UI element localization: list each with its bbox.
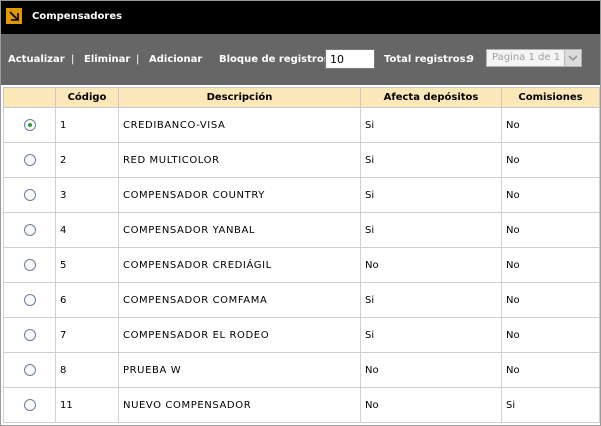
row-radio-button[interactable] xyxy=(23,364,36,376)
title-bar: Compensadores xyxy=(1,1,600,34)
toolbar-separator: | xyxy=(136,54,140,65)
codigo-cell: 11 xyxy=(55,387,119,423)
row-radio-button[interactable] xyxy=(23,154,36,166)
comisiones-cell: Si xyxy=(501,387,600,423)
toolbar: Actualizar | Eliminar | Adicionar Bloque… xyxy=(1,34,600,85)
comisiones-cell: No xyxy=(501,142,600,178)
compensadores-table: Código Descripción Afecta depósitos Comi… xyxy=(3,87,600,423)
row-select-cell[interactable] xyxy=(3,317,56,353)
total-records-value: 9 xyxy=(467,54,474,65)
afecta-cell: Si xyxy=(360,177,502,213)
descripcion-cell: CREDIBANCO-VISA xyxy=(118,107,361,143)
comisiones-cell: No xyxy=(501,212,600,248)
descripcion-cell: RED MULTICOLOR xyxy=(118,142,361,178)
row-select-cell[interactable] xyxy=(3,177,56,213)
row-radio-button[interactable] xyxy=(23,259,36,271)
adicionar-link[interactable]: Adicionar xyxy=(149,54,202,65)
row-radio-button[interactable] xyxy=(23,329,36,341)
table-row[interactable]: 7 COMPENSADOR EL RODEO Si No xyxy=(3,317,600,353)
row-radio-button[interactable] xyxy=(23,189,36,201)
table-row[interactable]: 1 CREDIBANCO-VISA Si No xyxy=(3,107,600,143)
column-header-afecta: Afecta depósitos xyxy=(360,87,502,108)
comisiones-cell: No xyxy=(501,352,600,388)
row-select-cell[interactable] xyxy=(3,387,56,423)
codigo-cell: 6 xyxy=(55,282,119,318)
afecta-cell: No xyxy=(360,247,502,283)
table-row[interactable]: 2 RED MULTICOLOR Si No xyxy=(3,142,600,178)
row-select-cell[interactable] xyxy=(3,142,56,178)
codigo-cell: 2 xyxy=(55,142,119,178)
row-select-cell[interactable] xyxy=(3,352,56,388)
table-row[interactable]: 6 COMPENSADOR COMFAMA Si No xyxy=(3,282,600,318)
column-header-comisiones: Comisiones xyxy=(501,87,600,108)
descripcion-cell: COMPENSADOR COUNTRY xyxy=(118,177,361,213)
codigo-cell: 5 xyxy=(55,247,119,283)
descripcion-cell: COMPENSADOR CREDIÁGIL xyxy=(118,247,361,283)
afecta-cell: Si xyxy=(360,212,502,248)
codigo-cell: 7 xyxy=(55,317,119,353)
window-title: Compensadores xyxy=(32,11,123,22)
afecta-cell: Si xyxy=(360,282,502,318)
comisiones-cell: No xyxy=(501,282,600,318)
actualizar-link[interactable]: Actualizar xyxy=(8,54,65,65)
column-header-codigo: Código xyxy=(55,87,119,108)
page-select-value: Pagina 1 de 1 xyxy=(492,52,561,63)
block-size-input[interactable] xyxy=(325,49,375,69)
codigo-cell: 8 xyxy=(55,352,119,388)
codigo-cell: 1 xyxy=(55,107,119,143)
comisiones-cell: No xyxy=(501,177,600,213)
block-size-label: Bloque de registros: xyxy=(219,54,334,65)
column-header-select xyxy=(3,87,56,108)
comisiones-cell: No xyxy=(501,247,600,283)
chevron-down-icon[interactable] xyxy=(564,50,581,66)
comisiones-cell: No xyxy=(501,317,600,353)
row-radio-button[interactable] xyxy=(23,224,36,236)
row-radio-button[interactable] xyxy=(23,399,36,411)
descripcion-cell: NUEVO COMPENSADOR xyxy=(118,387,361,423)
table-row[interactable]: 3 COMPENSADOR COUNTRY Si No xyxy=(3,177,600,213)
row-select-cell[interactable] xyxy=(3,282,56,318)
afecta-cell: No xyxy=(360,352,502,388)
table-row[interactable]: 4 COMPENSADOR YANBAL Si No xyxy=(3,212,600,248)
total-records-label: Total registros: xyxy=(384,54,470,65)
row-select-cell[interactable] xyxy=(3,212,56,248)
table-header-row: Código Descripción Afecta depósitos Comi… xyxy=(3,87,600,108)
afecta-cell: No xyxy=(360,387,502,423)
codigo-cell: 4 xyxy=(55,212,119,248)
comisiones-cell: No xyxy=(501,107,600,143)
row-radio-button[interactable] xyxy=(23,294,36,306)
afecta-cell: Si xyxy=(360,107,502,143)
row-select-cell[interactable] xyxy=(3,107,56,143)
table-row[interactable]: 11 NUEVO COMPENSADOR No Si xyxy=(3,387,600,423)
page-select[interactable]: Pagina 1 de 1 xyxy=(486,49,582,67)
arrow-corner-icon xyxy=(6,8,22,24)
toolbar-separator: | xyxy=(71,54,75,65)
column-header-descripcion: Descripción xyxy=(118,87,361,108)
codigo-cell: 3 xyxy=(55,177,119,213)
row-select-cell[interactable] xyxy=(3,247,56,283)
row-radio-button[interactable] xyxy=(23,119,36,131)
descripcion-cell: COMPENSADOR COMFAMA xyxy=(118,282,361,318)
table-row[interactable]: 8 PRUEBA W No No xyxy=(3,352,600,388)
descripcion-cell: PRUEBA W xyxy=(118,352,361,388)
eliminar-link[interactable]: Eliminar xyxy=(84,54,130,65)
descripcion-cell: COMPENSADOR YANBAL xyxy=(118,212,361,248)
descripcion-cell: COMPENSADOR EL RODEO xyxy=(118,317,361,353)
afecta-cell: Si xyxy=(360,142,502,178)
table-row[interactable]: 5 COMPENSADOR CREDIÁGIL No No xyxy=(3,247,600,283)
afecta-cell: Si xyxy=(360,317,502,353)
compensadores-window: Compensadores Actualizar | Eliminar | Ad… xyxy=(0,0,601,426)
